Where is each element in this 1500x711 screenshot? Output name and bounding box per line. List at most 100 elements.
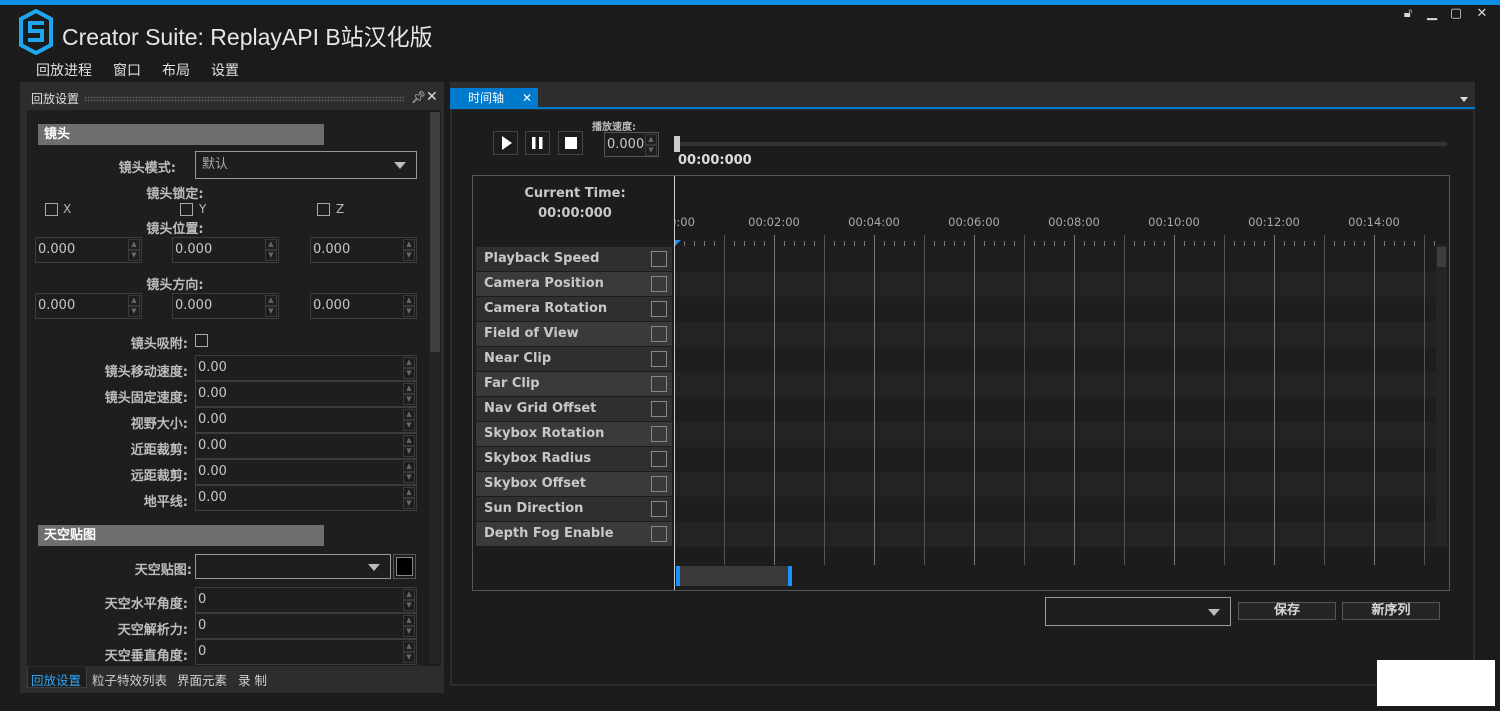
track-row[interactable]: Near Clip [476,347,672,371]
track-row[interactable]: Camera Rotation [476,297,672,321]
track-row[interactable]: Playback Speed [476,247,672,271]
camera-attach-checkbox[interactable] [195,334,208,347]
track-lane[interactable] [675,347,1436,372]
field-input[interactable]: 0.00 ▲ ▼ [195,381,417,407]
spinner[interactable]: ▲ ▼ [403,435,415,457]
minimize-button[interactable]: ▁ [1423,6,1441,21]
timeline-zoom-handle[interactable] [676,566,792,586]
track-checkbox[interactable] [651,426,667,442]
track-checkbox[interactable] [651,401,667,417]
maximize-button[interactable]: ▢ [1447,6,1465,21]
lock-y-checkbox[interactable] [180,203,193,216]
playback-slider[interactable] [676,142,1447,146]
track-row[interactable]: Far Clip [476,372,672,396]
skybox-field-input[interactable]: 0 ▲ ▼ [195,639,417,665]
lock-x-checkbox[interactable] [45,203,58,216]
spinner[interactable]: ▲ ▼ [265,239,277,261]
tab-replay-settings[interactable]: 回放设置 [31,670,81,689]
tab-overflow-icon[interactable] [1460,97,1468,102]
playback-slider-thumb[interactable] [674,136,680,152]
tab-ui-elements[interactable]: 界面元素 [177,670,227,689]
track-lane[interactable] [675,447,1436,472]
field-input[interactable]: 0.00 ▲ ▼ [195,485,417,511]
menu-replay[interactable]: 回放进程 [36,60,92,80]
skybox-color-button[interactable] [393,554,416,579]
spinner[interactable]: ▲ ▼ [403,487,415,509]
track-scroll-thumb[interactable] [1437,247,1446,267]
track-lane[interactable] [675,522,1436,547]
field-input[interactable]: 0.00 ▲ ▼ [195,355,417,381]
track-row[interactable]: Field of View [476,322,672,346]
track-checkbox[interactable] [651,326,667,342]
lock-icon[interactable]: 🔓︎ [1399,6,1417,21]
playhead-marker-icon[interactable] [675,240,681,246]
camera-position-x[interactable]: 0.000 ▲ ▼ [35,237,142,263]
track-lane[interactable] [675,397,1436,422]
track-checkbox[interactable] [651,476,667,492]
spinner[interactable]: ▲ ▼ [403,615,415,637]
track-row[interactable]: Skybox Offset [476,472,672,496]
spinner[interactable]: ▲ ▼ [403,357,415,379]
track-row[interactable]: Skybox Radius [476,447,672,471]
camera-position-z[interactable]: 0.000 ▲ ▼ [310,237,417,263]
spinner[interactable]: ▲ ▼ [128,239,140,261]
spinner[interactable]: ▲ ▼ [403,641,415,663]
track-lane[interactable] [675,472,1436,497]
new-sequence-button[interactable]: 新序列 [1342,602,1440,620]
tab-particle-list[interactable]: 粒子特效列表 [92,670,167,689]
menu-window[interactable]: 窗口 [113,60,141,80]
spinner[interactable]: ▲ ▼ [403,383,415,405]
camera-position-y[interactable]: 0.000 ▲ ▼ [172,237,279,263]
field-input[interactable]: 0.00 ▲ ▼ [195,433,417,459]
menu-layout[interactable]: 布局 [162,60,190,80]
track-row[interactable]: Depth Fog Enable [476,522,672,546]
play-button[interactable] [493,131,518,155]
tab-timeline[interactable]: 时间轴 ✕ [450,88,538,108]
track-row[interactable]: Nav Grid Offset [476,397,672,421]
spinner[interactable]: ▲ ▼ [403,409,415,431]
field-input[interactable]: 0.00 ▲ ▼ [195,459,417,485]
track-lane[interactable] [675,497,1436,522]
pin-icon[interactable]: 📌︎ [411,90,426,104]
menu-settings[interactable]: 设置 [211,60,239,80]
track-row[interactable]: Skybox Rotation [476,422,672,446]
track-row[interactable]: Camera Position [476,272,672,296]
spinner[interactable]: ▲ ▼ [403,589,415,611]
track-lane[interactable] [675,297,1436,322]
close-tab-icon[interactable]: ✕ [522,88,532,108]
save-button[interactable]: 保存 [1238,602,1336,620]
tab-recording[interactable]: 录 制 [238,670,267,689]
track-lane[interactable] [675,422,1436,447]
lock-z-checkbox[interactable] [317,203,330,216]
track-lane[interactable] [675,272,1436,297]
track-checkbox[interactable] [651,301,667,317]
track-checkbox[interactable] [651,526,667,542]
track-checkbox[interactable] [651,376,667,392]
panel-close-icon[interactable]: ✕ [426,89,438,105]
track-checkbox[interactable] [651,451,667,467]
track-scrollbar[interactable] [1436,245,1447,547]
spinner[interactable]: ▲ ▼ [403,461,415,483]
pause-button[interactable] [525,131,550,155]
skybox-select[interactable] [195,554,391,579]
track-lane[interactable] [675,372,1436,397]
stop-button[interactable] [558,131,583,155]
speed-input[interactable]: 0.000 ▲ ▼ [604,132,659,157]
track-lane[interactable] [675,322,1436,347]
spinner[interactable]: ▲ ▼ [265,295,277,317]
skybox-field-input[interactable]: 0 ▲ ▼ [195,587,417,613]
track-checkbox[interactable] [651,501,667,517]
field-input[interactable]: 0.00 ▲ ▼ [195,407,417,433]
track-lane[interactable] [675,247,1436,272]
sequence-select[interactable] [1045,597,1231,626]
camera-mode-select[interactable]: 默认 [195,151,417,179]
panel-scroll-thumb[interactable] [430,112,440,352]
spinner[interactable]: ▲ ▼ [403,239,415,261]
close-button[interactable]: ✕ [1473,6,1491,21]
spinner[interactable]: ▲ ▼ [403,295,415,317]
track-checkbox[interactable] [651,351,667,367]
camera-rotation-y[interactable]: 0.000 ▲ ▼ [172,293,279,319]
track-checkbox[interactable] [651,276,667,292]
skybox-field-input[interactable]: 0 ▲ ▼ [195,613,417,639]
camera-rotation-x[interactable]: 0.000 ▲ ▼ [35,293,142,319]
